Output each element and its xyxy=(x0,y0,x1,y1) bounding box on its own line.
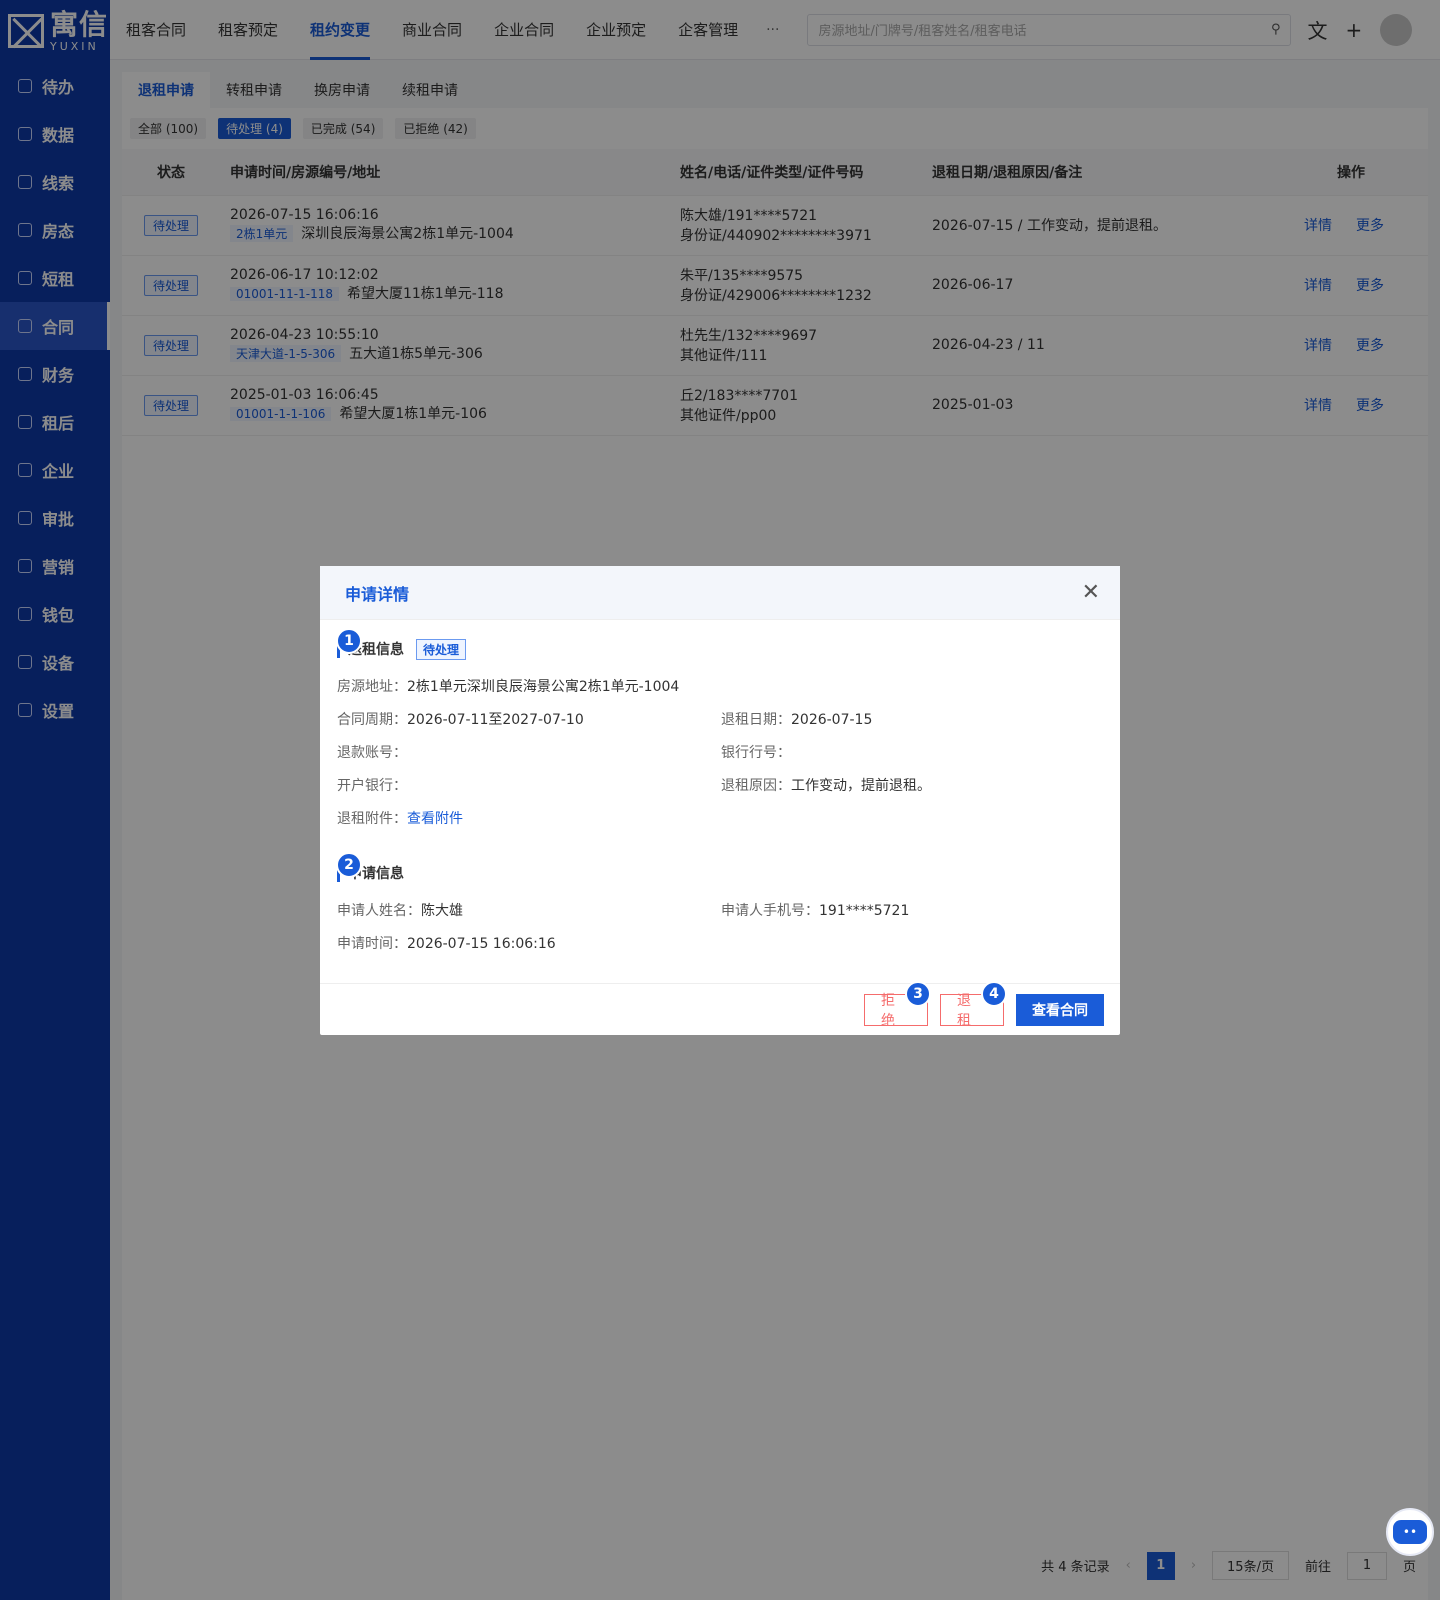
checkout-button[interactable]: 退 租 4 xyxy=(940,980,1007,1029)
field-attachment: 退租附件：查看附件 xyxy=(337,811,463,827)
chatbot-icon: •• xyxy=(1393,1520,1427,1544)
modal-footer: 拒 绝 3 退 租 4 查看合同 xyxy=(320,980,1120,1035)
field-checkout-date: 退租日期：2026-07-15 xyxy=(721,712,873,728)
field-address: 房源地址：2栋1单元深圳良辰海景公寓2栋1单元-1004 xyxy=(337,679,680,695)
apply-info-grid: 申请人姓名：陈大雄 申请人手机号：191****5721 申请时间：2026-0… xyxy=(337,882,1103,953)
checkout-info-grid: 房源地址：2栋1单元深圳良辰海景公寓2栋1单元-1004 合同周期：2026-0… xyxy=(337,658,1103,828)
step-badge: 1 xyxy=(336,628,362,654)
field-reason: 退租原因：工作变动，提前退租。 xyxy=(721,778,931,794)
section-title: 2 申请信息 xyxy=(336,852,1103,882)
view-contract-button[interactable]: 查看合同 xyxy=(1016,993,1104,1026)
apply-info-section: 2 申请信息 申请人姓名：陈大雄 申请人手机号：191****5721 申请时间… xyxy=(320,828,1120,953)
checkout-info-section: 1 退租信息 待处理 房源地址：2栋1单元深圳良辰海景公寓2栋1单元-1004 … xyxy=(320,620,1120,828)
field-refund-account: 退款账号： xyxy=(337,745,407,761)
modal-header: 申请详情 ✕ xyxy=(320,566,1120,620)
field-applicant-name: 申请人姓名：陈大雄 xyxy=(337,903,463,919)
close-icon[interactable]: ✕ xyxy=(1082,580,1100,605)
section-title: 1 退租信息 待处理 xyxy=(336,628,1103,660)
modal-title: 申请详情 xyxy=(345,584,410,604)
view-attachment-link[interactable]: 查看附件 xyxy=(407,811,463,827)
field-period: 合同周期：2026-07-11至2027-07-10 xyxy=(337,712,584,728)
step-badge: 4 xyxy=(981,980,1007,1007)
step-badge: 3 xyxy=(905,980,931,1007)
field-bank-number: 银行行号： xyxy=(721,745,791,761)
reject-button[interactable]: 拒 绝 3 xyxy=(864,980,931,1029)
field-applicant-phone: 申请人手机号：191****5721 xyxy=(721,903,910,919)
step-badge: 2 xyxy=(336,852,362,878)
status-badge: 待处理 xyxy=(416,638,467,660)
apply-detail-modal: 申请详情 ✕ 1 退租信息 待处理 房源地址：2栋1单元深圳良辰海景公寓2栋1单… xyxy=(320,566,1120,1035)
field-bank: 开户银行： xyxy=(337,778,407,794)
field-apply-time: 申请时间：2026-07-15 16:06:16 xyxy=(337,936,556,952)
chatbot-button[interactable]: •• xyxy=(1386,1508,1434,1556)
